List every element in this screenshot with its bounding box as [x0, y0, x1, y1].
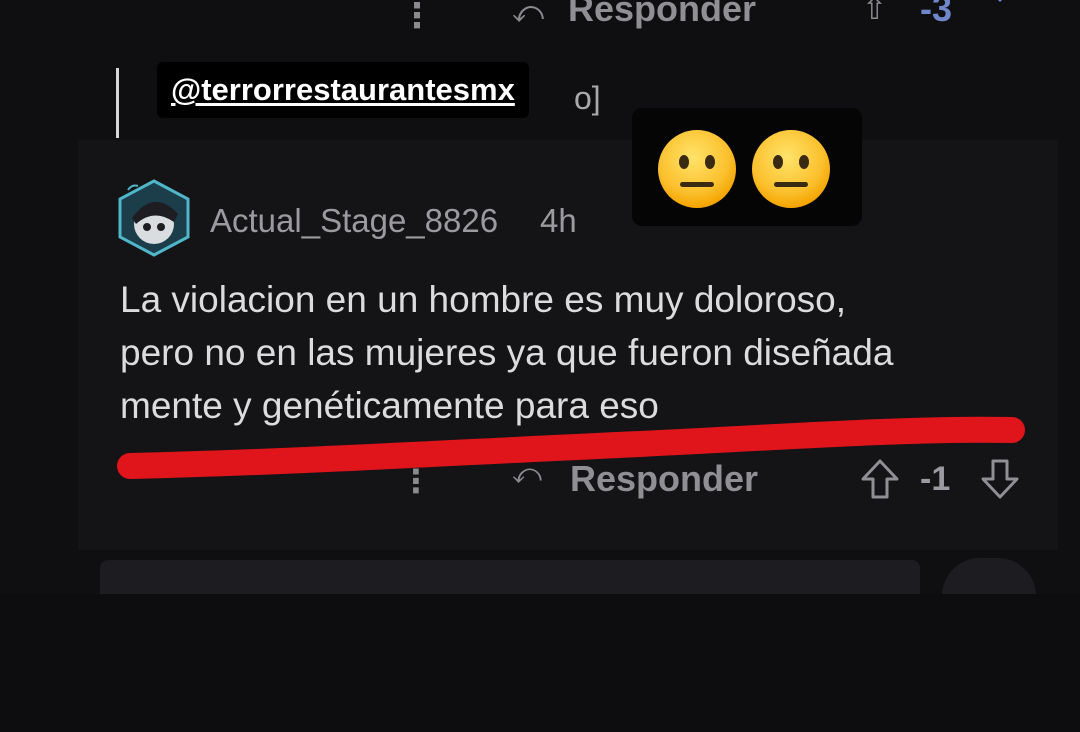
mention-label: @terrorrestaurantesmx: [171, 72, 515, 107]
send-button[interactable]: [942, 558, 1036, 596]
avatar[interactable]: [116, 178, 192, 258]
bottom-area: [0, 594, 1080, 732]
mention-sticker[interactable]: @terrorrestaurantesmx: [157, 62, 529, 118]
more-options-icon[interactable]: ⋮: [400, 462, 432, 500]
comment-line: La violacion en un hombre es muy doloros…: [120, 279, 847, 320]
reply-button[interactable]: Responder: [570, 458, 758, 500]
comment-line: mente y genéticamente para eso: [120, 385, 659, 426]
upvote-icon[interactable]: ⇧: [862, 0, 887, 27]
screen: ⋮ ⤺ Responder ⇧ -3 o] @terrorrestaurante…: [0, 0, 1080, 732]
upvote-icon[interactable]: [860, 458, 900, 500]
reply-icon[interactable]: ⤺: [512, 0, 544, 30]
emoji-sticker: [632, 108, 862, 226]
comment-time: 4h: [540, 202, 577, 239]
downvote-active-icon[interactable]: [978, 0, 1022, 18]
comment-body: La violacion en un hombre es muy doloros…: [120, 273, 1060, 432]
reply-input[interactable]: [100, 560, 920, 596]
downvote-icon[interactable]: [980, 458, 1020, 500]
reply-icon[interactable]: ⤺: [512, 458, 542, 491]
vote-score: -1: [920, 460, 951, 498]
more-options-icon[interactable]: ⋮: [400, 0, 434, 36]
quote-text: o]: [574, 80, 601, 116]
neutral-face-icon: [658, 130, 736, 208]
quote-bar: [116, 68, 119, 138]
previous-comment-actions: ⋮ ⤺ Responder ⇧ -3: [0, 0, 1080, 35]
comment-line: pero no en las mujeres ya que fueron dis…: [120, 332, 894, 373]
reply-button[interactable]: Responder: [568, 0, 756, 30]
username[interactable]: Actual_Stage_8826: [210, 202, 498, 240]
neutral-face-icon: [752, 130, 830, 208]
vote-score: -3: [920, 0, 953, 29]
